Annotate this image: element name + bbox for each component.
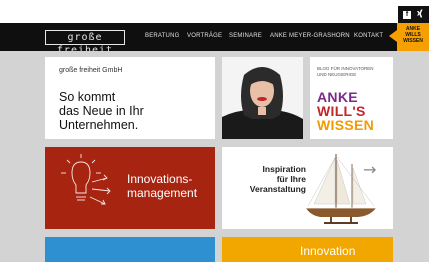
innovation-label: Innovations- management [127, 172, 197, 200]
blog-caption: BLOG FÜR INNOVATOREN UND NEUGIERIGE [317, 66, 387, 78]
top-bar [0, 0, 429, 23]
nav-item-kontakt[interactable]: KONTAKT [354, 33, 383, 39]
next-arrow-icon[interactable]: → [363, 160, 376, 179]
inspiration-label: Inspiration für Ihre Veranstaltung [228, 164, 306, 194]
headline-line-3: Unternehmen. [59, 118, 139, 132]
badge-line-3: WISSEN [403, 38, 423, 44]
xing-icon[interactable] [416, 9, 424, 20]
anke-wills-wissen-badge[interactable]: ANKE WILLS WISSEN [397, 23, 429, 51]
facebook-icon[interactable]: f [403, 10, 411, 19]
nav-item-anke[interactable]: ANKE MEYER-GRASHORN [270, 33, 350, 39]
blog-title-wissen: WISSEN [317, 117, 375, 133]
inspiration-label-line-2: für Ihre [276, 174, 306, 184]
site-logo[interactable]: große freiheit [45, 30, 125, 56]
inspiration-label-line-1: Inspiration [262, 164, 306, 174]
xing-glyph [417, 9, 423, 18]
innovation-management-tile[interactable]: Innovations- management [45, 147, 215, 229]
innovation-tile-label: Innovation [300, 244, 356, 258]
blog-title-anke: ANKE [317, 89, 358, 105]
blog-title-wills: WILL'S [317, 103, 366, 119]
portrait-image [222, 57, 303, 139]
inspiration-tile[interactable]: Inspiration für Ihre Veranstaltung → [222, 147, 393, 229]
blog-caption-line-2: UND NEUGIERIGE [317, 72, 357, 77]
inspiration-label-line-3: Veranstaltung [249, 184, 306, 194]
intro-tile[interactable]: große freiheit GmbH So kommt das Neue in… [45, 57, 215, 139]
innovation-label-line-2: management [127, 186, 198, 200]
social-links: f [398, 6, 429, 23]
portrait-tile[interactable] [222, 57, 303, 139]
intro-headline: So kommt das Neue in Ihr Unternehmen. [59, 90, 144, 132]
lightbulb-icon [61, 154, 111, 205]
nav-item-beratung[interactable]: BERATUNG [145, 33, 180, 39]
nav-item-seminare[interactable]: SEMINARE [229, 33, 262, 39]
innovation-label-line-1: Innovations- [127, 172, 193, 186]
blue-tile[interactable] [45, 237, 215, 262]
blog-tile[interactable]: BLOG FÜR INNOVATOREN UND NEUGIERIGE ANKE… [310, 57, 393, 139]
badge-pointer [389, 30, 397, 42]
innovation-tile[interactable]: Innovation [222, 237, 393, 262]
headline-line-1: So kommt [59, 90, 116, 104]
company-name: große freiheit GmbH [59, 67, 123, 74]
nav-item-vortraege[interactable]: VORTRÄGE [187, 33, 222, 39]
headline-line-2: das Neue in Ihr [59, 104, 144, 118]
